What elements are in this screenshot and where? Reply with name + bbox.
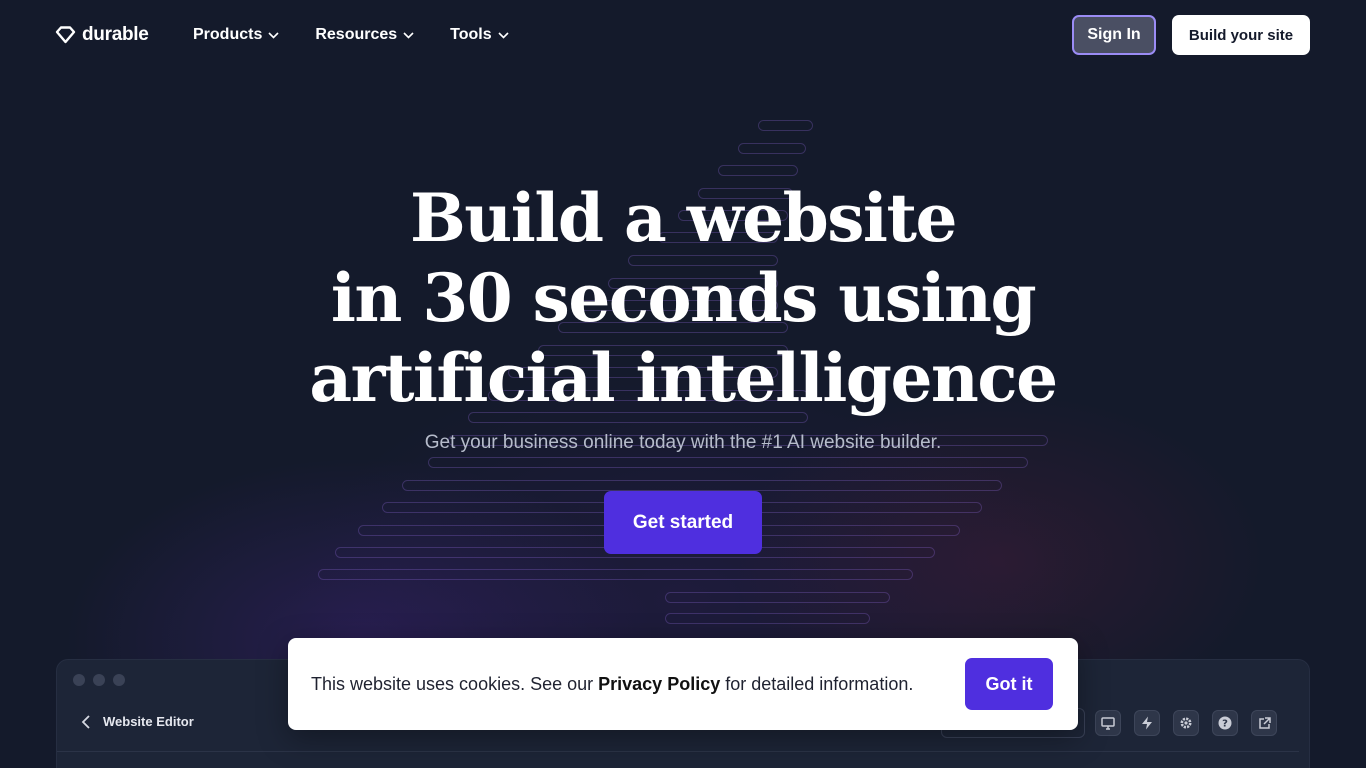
editor-title: Website Editor	[103, 714, 194, 729]
nav-item-label: Resources	[315, 26, 398, 43]
brand-name: durable	[82, 24, 149, 45]
nav-item-resources[interactable]: Resources	[315, 24, 414, 46]
svg-text:?: ?	[1222, 719, 1228, 730]
editor-header: Website Editor	[81, 714, 194, 729]
privacy-policy-link[interactable]: Privacy Policy	[598, 674, 720, 694]
decorative-stripe	[718, 165, 798, 176]
build-your-site-button[interactable]: Build your site	[1172, 15, 1310, 55]
decorative-stripe	[665, 592, 890, 603]
nav-item-tools[interactable]: Tools	[450, 24, 509, 46]
desktop-icon[interactable]	[1095, 710, 1121, 736]
window-dot	[93, 674, 105, 686]
nav-item-products[interactable]: Products	[193, 24, 279, 46]
cookie-text-after: for detailed information.	[720, 674, 914, 694]
gear-icon[interactable]	[1173, 710, 1199, 736]
external-link-icon[interactable]	[1251, 710, 1277, 736]
hero-subtitle: Get your business online today with the …	[424, 432, 942, 453]
chevron-down-icon	[403, 31, 414, 39]
decorative-stripe	[738, 143, 806, 154]
hero-title-line: in 30 seconds using	[330, 259, 1037, 337]
got-it-button[interactable]: Got it	[965, 658, 1053, 710]
decorative-stripe	[665, 613, 870, 624]
hero-title-line: Build a website	[410, 179, 957, 257]
window-dot	[113, 674, 125, 686]
nav-menu: Products Resources Tools	[193, 24, 545, 46]
decorative-stripe	[428, 457, 1028, 468]
chevron-down-icon	[498, 31, 509, 39]
decorative-stripe	[758, 120, 813, 131]
window-dot	[73, 674, 85, 686]
lightning-icon[interactable]	[1134, 710, 1160, 736]
window-controls	[73, 674, 125, 686]
cookie-banner: This website uses cookies. See our Priva…	[288, 638, 1078, 730]
hero-title-line: artificial intelligence	[309, 339, 1058, 417]
get-started-button[interactable]: Get started	[604, 491, 762, 554]
brand-logo[interactable]: durable	[55, 24, 149, 46]
nav-item-label: Products	[193, 26, 263, 43]
chevron-left-icon[interactable]	[81, 714, 91, 729]
cookie-message: This website uses cookies. See our Priva…	[311, 674, 913, 695]
decorative-stripe	[402, 480, 1002, 491]
divider	[57, 751, 1299, 752]
nav-item-label: Tools	[450, 26, 492, 43]
help-icon[interactable]: ?	[1212, 710, 1238, 736]
top-navigation: durable Products Resources Tools Sign In…	[0, 0, 1366, 70]
diamond-logo-icon	[55, 26, 76, 44]
chevron-down-icon	[268, 31, 279, 39]
hero-title: Build a website in 30 seconds using arti…	[233, 178, 1133, 418]
cookie-text-before: This website uses cookies. See our	[311, 674, 599, 694]
sign-in-button[interactable]: Sign In	[1072, 15, 1156, 55]
decorative-stripe	[318, 569, 913, 580]
